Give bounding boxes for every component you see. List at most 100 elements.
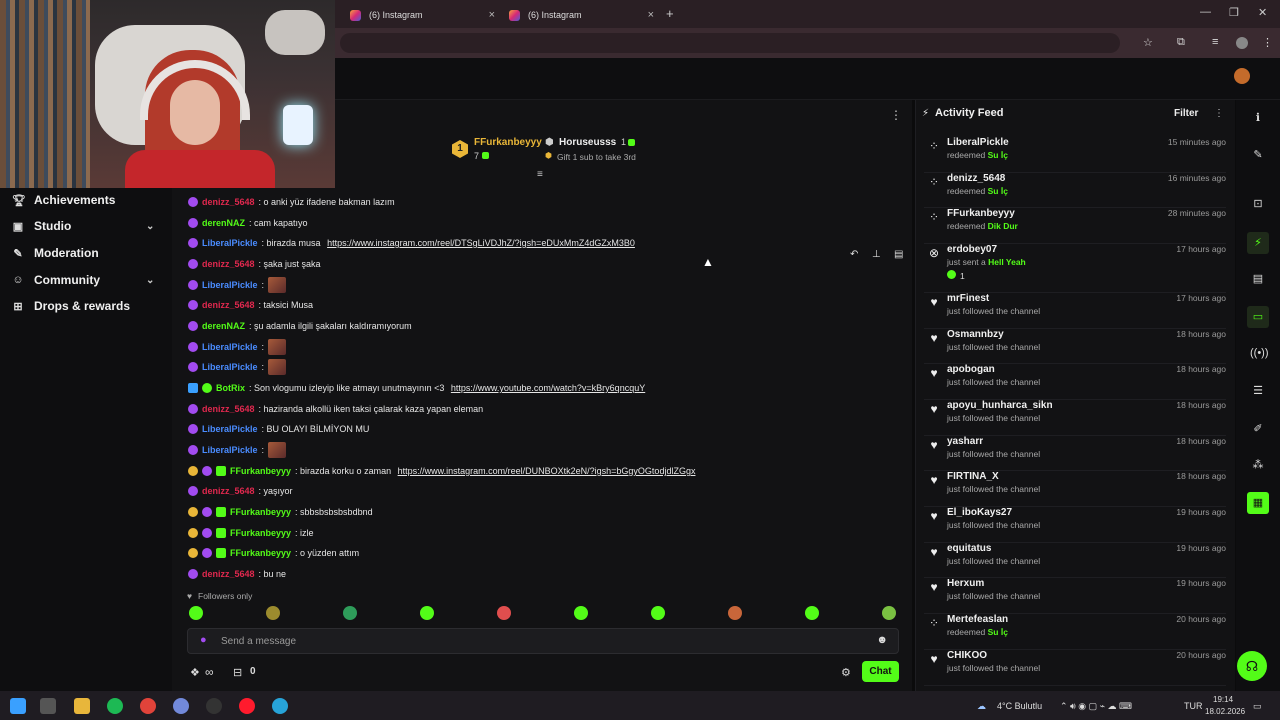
menu-icon[interactable]: ⋮ bbox=[1262, 36, 1273, 49]
nav-studio[interactable]: ▣ Studio ⌄ bbox=[12, 216, 155, 236]
activity-item[interactable]: ♥ apobogan just followed the channel 18 hou… bbox=[924, 364, 1226, 400]
send-message-box[interactable]: ● Send a message ☻ bbox=[187, 628, 899, 654]
chat-username[interactable]: denizz_5648 bbox=[202, 197, 255, 207]
support-headset-icon[interactable]: ☊ bbox=[1237, 651, 1267, 681]
emote-icon[interactable] bbox=[574, 606, 588, 620]
more-options-icon[interactable]: ⋮ bbox=[890, 108, 902, 122]
chat-username[interactable]: derenNAZ bbox=[202, 321, 245, 331]
activity-item[interactable]: ⁘ LiberalPickle redeemed Su İç 15 minutes a… bbox=[924, 137, 1226, 173]
document-icon[interactable]: ▤ bbox=[1250, 272, 1266, 288]
message-input[interactable]: Send a message bbox=[221, 636, 296, 647]
chat-link[interactable]: https://www.youtube.com/watch?v=kBry6qnc… bbox=[451, 383, 645, 393]
activity-item[interactable]: ♥ equitatus just followed the channel 19 ho… bbox=[924, 543, 1226, 578]
notification-icon[interactable]: ▭ bbox=[1253, 701, 1262, 712]
activity-item[interactable]: ♥ El_iboKays27 just followed the channel 19… bbox=[924, 507, 1226, 543]
start-icon[interactable] bbox=[10, 698, 26, 714]
activity-username[interactable]: yasharr bbox=[947, 436, 983, 447]
settings-gear-icon[interactable]: ⚙ bbox=[841, 666, 851, 679]
chat-username[interactable]: LiberalPickle bbox=[202, 362, 258, 372]
task-view-icon[interactable] bbox=[40, 698, 56, 714]
nodes-icon[interactable]: ⁂ bbox=[1250, 458, 1266, 474]
broadcast-icon[interactable]: ((•)) bbox=[1250, 347, 1269, 363]
browser-tab-2[interactable]: (6) Instagram × bbox=[509, 4, 654, 26]
stack-icon[interactable]: ☰ bbox=[1250, 384, 1266, 400]
profile-avatar[interactable] bbox=[1236, 37, 1248, 49]
emote-icon[interactable] bbox=[497, 606, 511, 620]
chat-link[interactable]: https://www.instagram.com/reel/DTSgLiVDJ… bbox=[327, 238, 635, 248]
chat-username[interactable]: denizz_5648 bbox=[202, 404, 255, 414]
reply-icon[interactable]: ↶ bbox=[850, 249, 858, 260]
collapse-handle-icon[interactable]: ≡ bbox=[537, 169, 543, 180]
activity-item[interactable]: ⁘ denizz_5648 redeemed Su İç 16 minutes ago bbox=[924, 173, 1226, 208]
activity-username[interactable]: FIRTINA_X bbox=[947, 471, 999, 482]
activity-username[interactable]: CHIKOO bbox=[947, 650, 987, 661]
chat-username[interactable]: LiberalPickle bbox=[202, 445, 258, 455]
chat-username[interactable]: denizz_5648 bbox=[202, 300, 255, 310]
activity-username[interactable]: apoyu_hunharca_sikn bbox=[947, 400, 1053, 411]
chat-username[interactable]: denizz_5648 bbox=[202, 486, 255, 496]
more-options-icon[interactable]: ⋮ bbox=[1214, 108, 1224, 119]
app-icon[interactable] bbox=[272, 698, 288, 714]
activity-username[interactable]: denizz_5648 bbox=[947, 173, 1005, 184]
activity-item[interactable]: ♥ CHIKOO just followed the channel 20 hours… bbox=[924, 650, 1226, 686]
chat-username[interactable]: LiberalPickle bbox=[202, 342, 258, 352]
activity-username[interactable]: Herxum bbox=[947, 578, 984, 589]
emote-icon[interactable] bbox=[882, 606, 896, 620]
activity-username[interactable]: mrFinest bbox=[947, 293, 989, 304]
spotify-icon[interactable] bbox=[107, 698, 123, 714]
activity-username[interactable]: FFurkanbeyyy bbox=[947, 208, 1015, 219]
weather-text[interactable]: 4°C Bulutlu bbox=[997, 701, 1042, 711]
delete-icon[interactable]: ▤ bbox=[894, 249, 903, 260]
top-gifter-name[interactable]: FFurkanbeyyy bbox=[474, 137, 542, 148]
activity-feed-toggle-icon[interactable]: ⚡︎ bbox=[1247, 232, 1269, 254]
emote-icon[interactable] bbox=[651, 606, 665, 620]
chat-username[interactable]: FFurkanbeyyy bbox=[230, 528, 291, 538]
activity-item[interactable]: ⊗ erdobey07 just sent a Hell Yeah 1 17 hours… bbox=[924, 244, 1226, 293]
user-avatar[interactable] bbox=[1234, 68, 1250, 84]
screen-icon[interactable]: ⊡ bbox=[1250, 197, 1266, 213]
chat-link[interactable]: https://www.instagram.com/reel/DUNBOXtk2… bbox=[398, 466, 696, 476]
gift-prompt[interactable]: Gift 1 sub to take 3rd bbox=[557, 152, 636, 162]
activity-username[interactable]: LiberalPickle bbox=[947, 137, 1009, 148]
emote-icon[interactable] bbox=[805, 606, 819, 620]
activity-username[interactable]: equitatus bbox=[947, 543, 991, 554]
language-indicator[interactable]: TUR bbox=[1184, 701, 1203, 711]
second-gifter-name[interactable]: Horuseusss bbox=[559, 137, 616, 148]
nav-achievements[interactable]: 🏆︎ Achievements bbox=[12, 190, 115, 210]
file-explorer-icon[interactable] bbox=[74, 698, 90, 714]
emoji-icon[interactable]: ☻ bbox=[876, 634, 888, 646]
activity-item[interactable]: ♥ FIRTINA_X just followed the channel 18 ho… bbox=[924, 471, 1226, 507]
chat-username[interactable]: FFurkanbeyyy bbox=[230, 507, 291, 517]
gift-box-icon[interactable]: ⊟ bbox=[233, 666, 242, 679]
minimize-icon[interactable]: — bbox=[1200, 6, 1211, 18]
activity-item[interactable]: ♥ Osmannbzy just followed the channel 18 ho… bbox=[924, 329, 1226, 364]
activity-item[interactable]: ♥ Herxum just followed the channel 19 hours… bbox=[924, 578, 1226, 614]
clock-date[interactable]: 18.02.2026 bbox=[1205, 707, 1245, 716]
obs-icon[interactable] bbox=[206, 698, 222, 714]
media-icon[interactable]: ≡ bbox=[1212, 36, 1218, 48]
close-tab-icon[interactable]: × bbox=[648, 9, 654, 21]
chrome-icon[interactable] bbox=[140, 698, 156, 714]
discord-icon[interactable] bbox=[173, 698, 189, 714]
emote-icon[interactable] bbox=[189, 606, 203, 620]
activity-username[interactable]: erdobey07 bbox=[947, 244, 997, 255]
chat-username[interactable]: denizz_5648 bbox=[202, 259, 255, 269]
pencil-icon[interactable]: ✎ bbox=[1250, 148, 1266, 164]
activity-username[interactable]: apobogan bbox=[947, 364, 995, 375]
chevron-down-icon[interactable]: ⌄ bbox=[146, 275, 154, 286]
activity-item[interactable]: ♥ apoyu_hunharca_sikn just followed the ch… bbox=[924, 400, 1226, 436]
filter-button[interactable]: Filter bbox=[1174, 108, 1198, 119]
chat-username[interactable]: FFurkanbeyyy bbox=[230, 466, 291, 476]
browser-tab-1[interactable]: (6) Instagram × bbox=[350, 4, 495, 26]
chat-username[interactable]: LiberalPickle bbox=[202, 280, 258, 290]
address-bar[interactable] bbox=[340, 33, 1120, 53]
extensions-icon[interactable]: ⧉ bbox=[1177, 36, 1185, 49]
close-tab-icon[interactable]: × bbox=[489, 9, 495, 21]
close-window-icon[interactable]: ✕ bbox=[1258, 6, 1267, 19]
nav-drops[interactable]: ⊞ Drops & rewards bbox=[12, 296, 130, 316]
emote-icon[interactable] bbox=[343, 606, 357, 620]
activity-username[interactable]: Osmannbzy bbox=[947, 329, 1004, 340]
chat-send-button[interactable]: Chat bbox=[862, 661, 899, 682]
activity-username[interactable]: Mertefeaslan bbox=[947, 614, 1008, 625]
chat-username[interactable]: BotRix bbox=[216, 383, 245, 393]
